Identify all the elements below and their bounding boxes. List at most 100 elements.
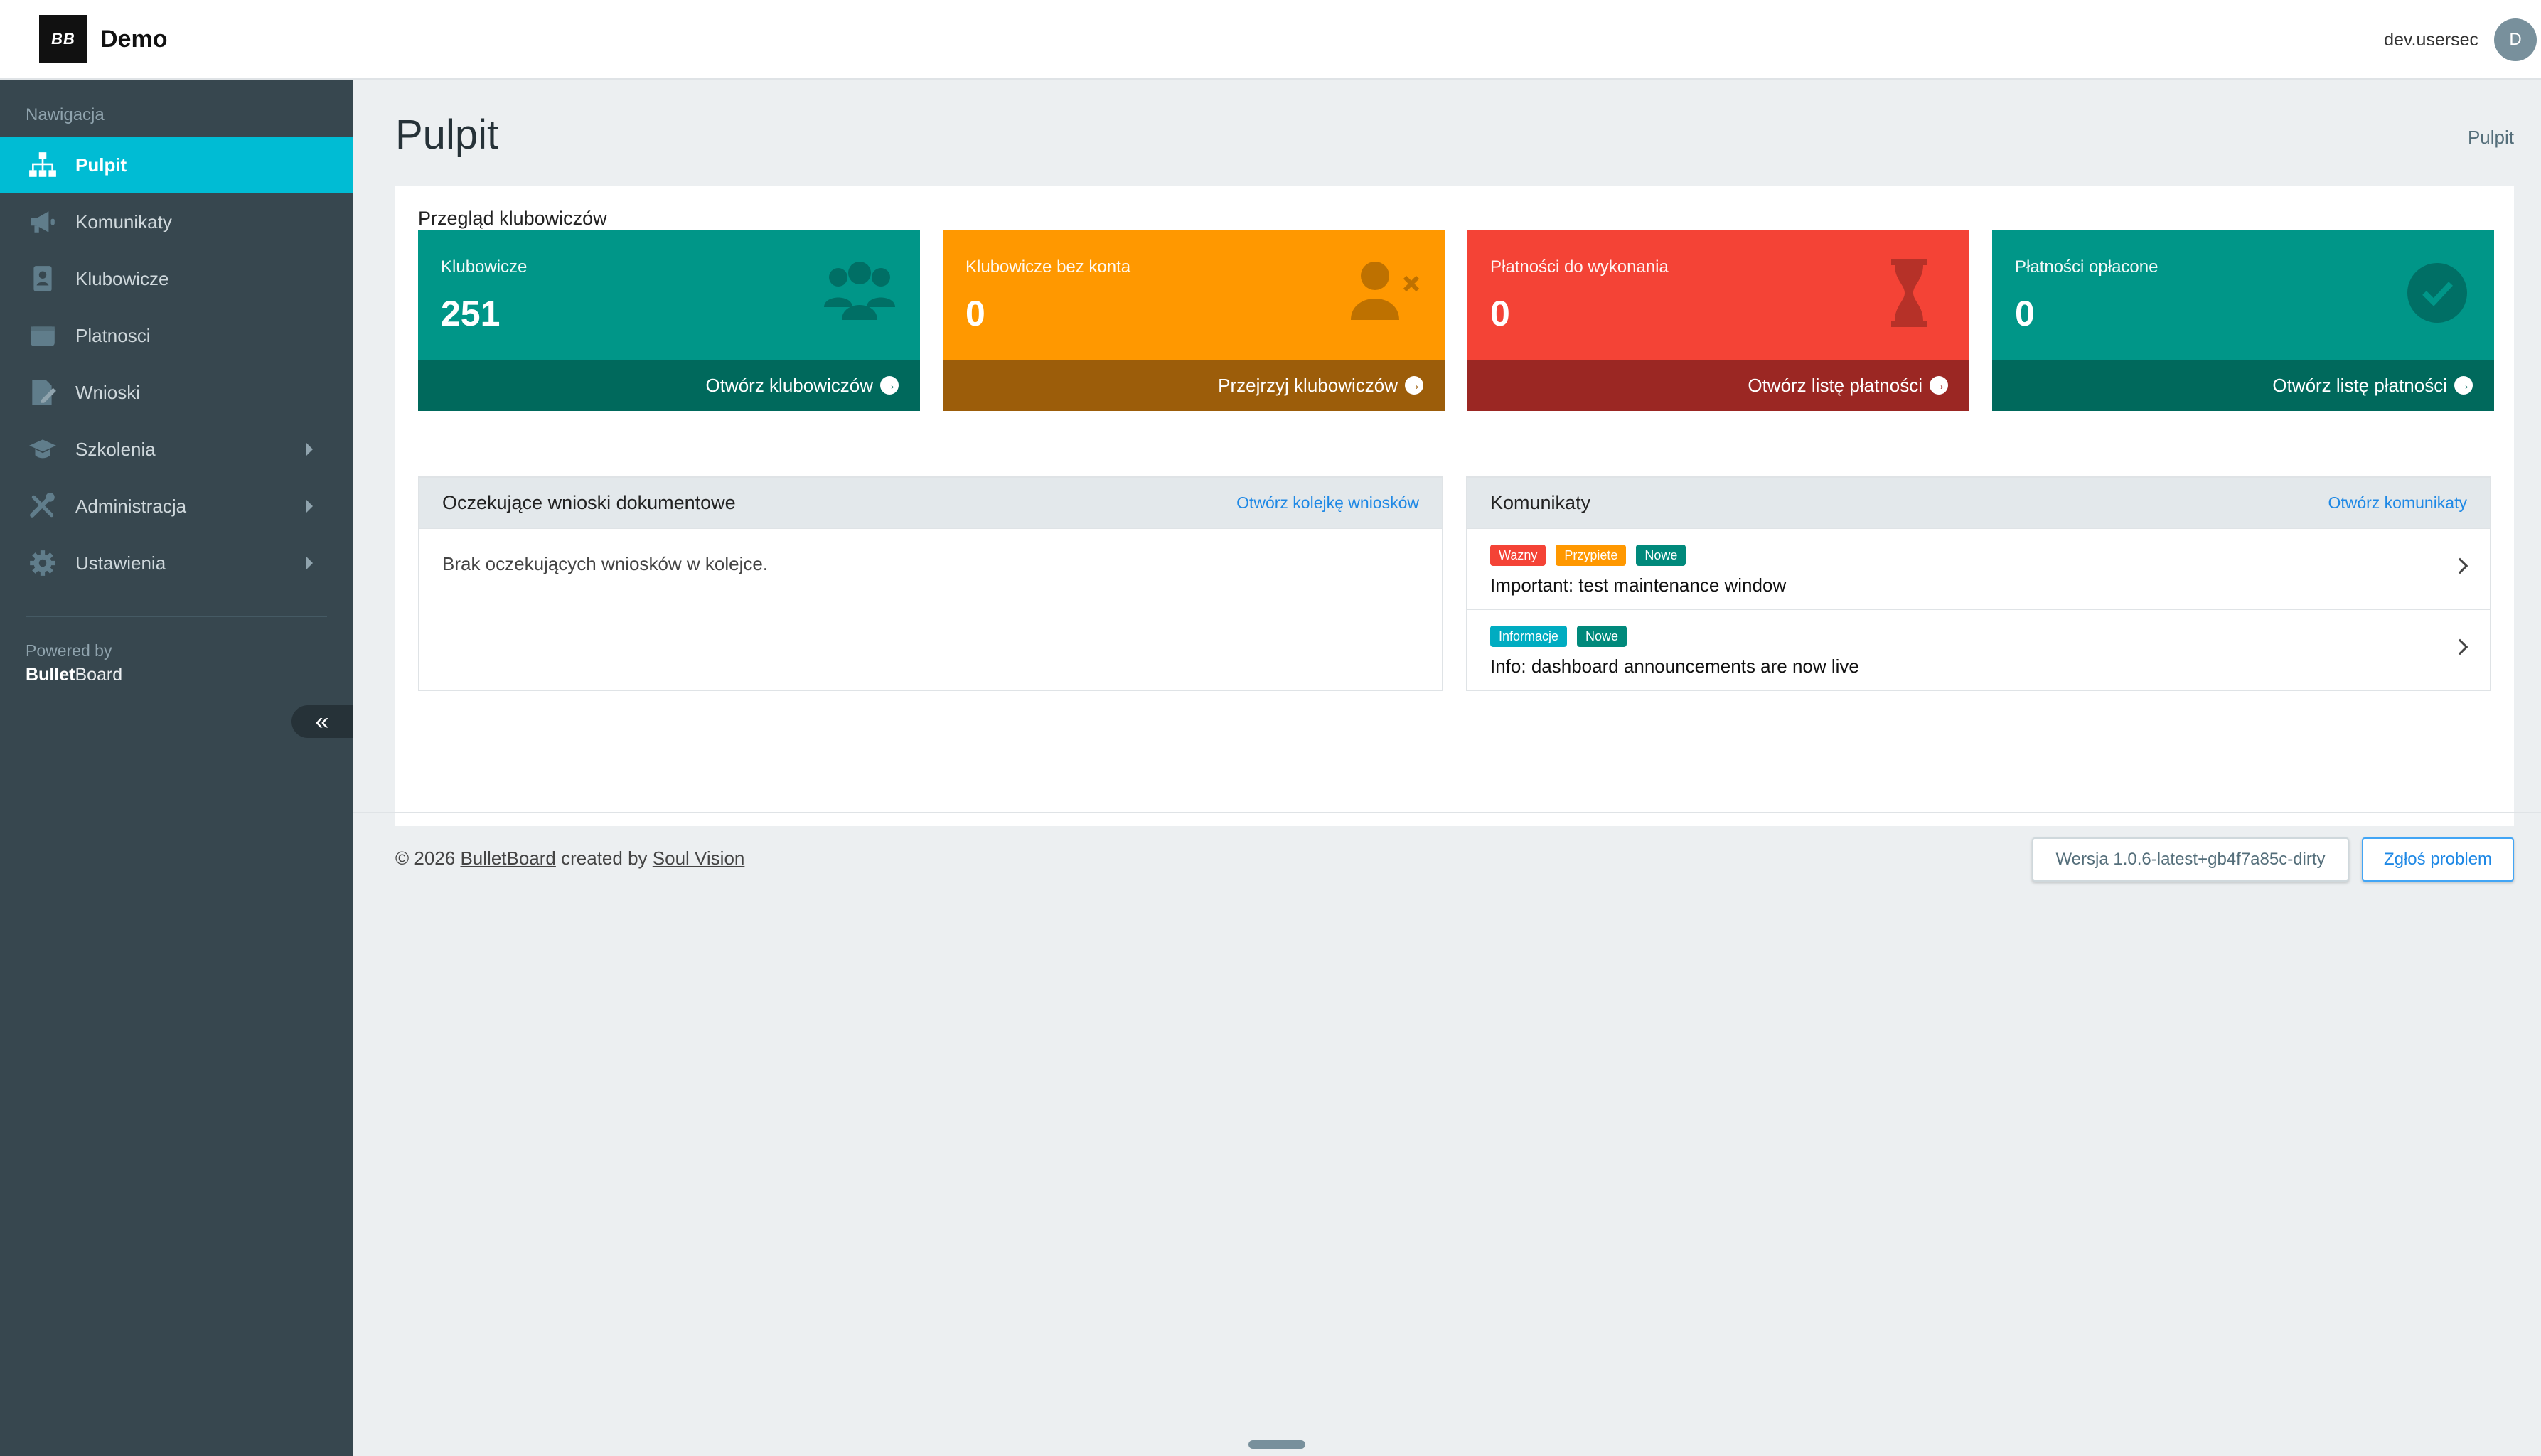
brand-bold: Bullet bbox=[26, 665, 75, 685]
stat-link-label: Otwórz klubowiczów bbox=[705, 374, 873, 396]
check-circle-icon bbox=[2407, 263, 2467, 323]
stat-link-bez-konta[interactable]: Przejrzyj klubowiczów → bbox=[943, 360, 1445, 411]
badge-important: Wazny bbox=[1490, 545, 1546, 566]
stat-label: Klubowicze bbox=[441, 257, 528, 277]
stat-label: Płatności opłacone bbox=[2015, 257, 2158, 277]
user-x-icon bbox=[1351, 262, 1420, 320]
sidebar-item-label: Pulpit bbox=[75, 154, 127, 176]
stat-value: 0 bbox=[1490, 294, 1510, 333]
brand-logo: BB bbox=[39, 15, 87, 63]
card-header: Komunikaty Otwórz komunikaty bbox=[1467, 478, 2490, 529]
sidebar-item-label: Ustawienia bbox=[75, 552, 166, 574]
sidebar-item-komunikaty[interactable]: Komunikaty bbox=[0, 193, 353, 250]
user-menu[interactable]: dev.usersec D bbox=[2384, 0, 2541, 80]
requests-card: Oczekujące wnioski dokumentowe Otwórz ko… bbox=[418, 476, 1443, 691]
avatar[interactable]: D bbox=[2494, 18, 2537, 61]
sidebar-item-pulpit[interactable]: Pulpit bbox=[0, 136, 353, 193]
powered-by-brand: BulletBoard bbox=[26, 663, 353, 687]
stat-link-label: Otwórz listę płatności bbox=[1748, 374, 1922, 396]
open-requests-link[interactable]: Otwórz kolejkę wniosków bbox=[1236, 493, 1419, 513]
empty-state: Brak oczekujących wniosków w kolejce. bbox=[442, 553, 769, 574]
sidebar-item-administracja[interactable]: Administracja bbox=[0, 478, 353, 535]
arrow-circle-right-icon: → bbox=[2454, 376, 2473, 395]
copyright-text: © 2026 bbox=[395, 847, 456, 869]
sidebar-item-label: Platnosci bbox=[75, 324, 151, 346]
stat-label: Płatności do wykonania bbox=[1490, 257, 1669, 277]
brand-rest: Board bbox=[75, 665, 123, 685]
hourglass-icon bbox=[1891, 259, 1927, 327]
stat-card-klubowicze: Klubowicze 251 Otwórz klubowiczów → bbox=[418, 230, 920, 411]
stat-link-klubowicze[interactable]: Otwórz klubowiczów → bbox=[418, 360, 920, 411]
stat-card-bez-konta: Klubowicze bez konta 0 Przejrzyj klubowi… bbox=[943, 230, 1445, 411]
footer-copyright: © 2026 BulletBoard created by Soul Visio… bbox=[395, 847, 744, 869]
brand-name: Demo bbox=[100, 25, 168, 53]
gear-icon bbox=[26, 546, 60, 580]
stat-link-label: Przejrzyj klubowiczów bbox=[1218, 374, 1398, 396]
sidebar-item-label: Szkolenia bbox=[75, 438, 156, 460]
sitemap-icon bbox=[26, 148, 60, 182]
created-by-text: created by bbox=[561, 847, 648, 869]
powered-by: Powered by BulletBoard bbox=[0, 617, 353, 687]
graduation-cap-icon bbox=[26, 432, 60, 466]
sidebar-item-label: Komunikaty bbox=[75, 210, 172, 232]
stat-card-do-wykonania: Płatności do wykonania 0 Otwórz listę pł… bbox=[1467, 230, 1969, 411]
soul-vision-link[interactable]: Soul Vision bbox=[653, 847, 745, 869]
badge-new: Nowe bbox=[1577, 626, 1627, 647]
breadcrumb[interactable]: Pulpit bbox=[2468, 127, 2514, 149]
footer-divider bbox=[353, 812, 2541, 813]
stat-card-oplacone: Płatności opłacone 0 Otwórz listę płatno… bbox=[1992, 230, 2494, 411]
badge-info: Informacje bbox=[1490, 626, 1568, 647]
announcement-title: Info: dashboard announcements are now li… bbox=[1490, 655, 1859, 677]
top-bar: BB Demo dev.usersec D bbox=[0, 0, 2541, 80]
users-icon bbox=[824, 262, 895, 320]
sidebar-item-platnosci[interactable]: Platnosci bbox=[0, 307, 353, 364]
card-header: Oczekujące wnioski dokumentowe Otwórz ko… bbox=[419, 478, 1442, 529]
user-name[interactable]: dev.usersec bbox=[2384, 30, 2478, 50]
sidebar-item-label: Administracja bbox=[75, 495, 187, 517]
sidebar-item-klubowicze[interactable]: Klubowicze bbox=[0, 250, 353, 307]
stat-link-do-wykonania[interactable]: Otwórz listę płatności → bbox=[1467, 360, 1969, 411]
stat-label: Klubowicze bez konta bbox=[965, 257, 1131, 277]
card-title: Komunikaty bbox=[1490, 491, 1591, 513]
collapse-sidebar-button[interactable]: « bbox=[291, 705, 353, 738]
arrow-circle-right-icon: → bbox=[880, 376, 899, 395]
stat-value: 251 bbox=[441, 294, 501, 333]
open-announcements-link[interactable]: Otwórz komunikaty bbox=[2328, 493, 2467, 513]
arrow-circle-right-icon: → bbox=[1405, 376, 1423, 395]
sidebar-item-label: Klubowicze bbox=[75, 267, 169, 289]
stat-value: 0 bbox=[965, 294, 985, 333]
sidebar-item-wnioski[interactable]: Wnioski bbox=[0, 364, 353, 421]
badge-pinned: Przypiete bbox=[1556, 545, 1627, 566]
main-content: Pulpit Pulpit Przegląd klubowiczów Klubo… bbox=[353, 80, 2541, 1456]
angles-left-icon: « bbox=[315, 707, 329, 735]
announcement-title: Important: test maintenance window bbox=[1490, 574, 1787, 596]
powered-by-label: Powered by bbox=[26, 641, 112, 660]
sidebar-item-szkolenia[interactable]: Szkolenia bbox=[0, 421, 353, 478]
version-button[interactable]: Wersja 1.0.6-latest+gb4f7a85c-dirty bbox=[2032, 837, 2349, 882]
caret-right-icon bbox=[306, 442, 313, 456]
stat-link-oplacone[interactable]: Otwórz listę płatności → bbox=[1992, 360, 2494, 411]
caret-right-icon bbox=[306, 499, 313, 513]
badge-row: Wazny Przypiete Nowe bbox=[1490, 545, 2467, 566]
stat-link-label: Otwórz listę płatności bbox=[2272, 374, 2447, 396]
file-signature-icon bbox=[26, 375, 60, 410]
tools-icon bbox=[26, 489, 60, 523]
page-title: Pulpit bbox=[395, 112, 499, 158]
sidebar-item-ustawienia[interactable]: Ustawienia bbox=[0, 535, 353, 592]
report-problem-button[interactable]: Zgłoś problem bbox=[2362, 837, 2514, 882]
address-book-icon bbox=[26, 262, 60, 296]
bulletboard-link[interactable]: BulletBoard bbox=[460, 847, 555, 869]
sidebar-item-label: Wnioski bbox=[75, 381, 141, 403]
arrow-circle-right-icon: → bbox=[1930, 376, 1948, 395]
wallet-icon bbox=[26, 318, 60, 353]
brand[interactable]: BB Demo bbox=[39, 15, 167, 63]
stat-value: 0 bbox=[2015, 294, 2035, 333]
section-title: Przegląd klubowiczów bbox=[418, 208, 607, 229]
badge-new: Nowe bbox=[1636, 545, 1686, 566]
sidebar: Nawigacja Pulpit Komunikaty Klubowicze P… bbox=[0, 80, 353, 1456]
resize-handle[interactable] bbox=[1248, 1440, 1305, 1449]
announcement-item[interactable]: Informacje Nowe Info: dashboard announce… bbox=[1467, 610, 2490, 691]
dashboard-panel: Przegląd klubowiczów Klubowicze 251 Otwó… bbox=[395, 186, 2514, 826]
announcement-item[interactable]: Wazny Przypiete Nowe Important: test mai… bbox=[1467, 529, 2490, 610]
megaphone-icon bbox=[26, 205, 60, 239]
